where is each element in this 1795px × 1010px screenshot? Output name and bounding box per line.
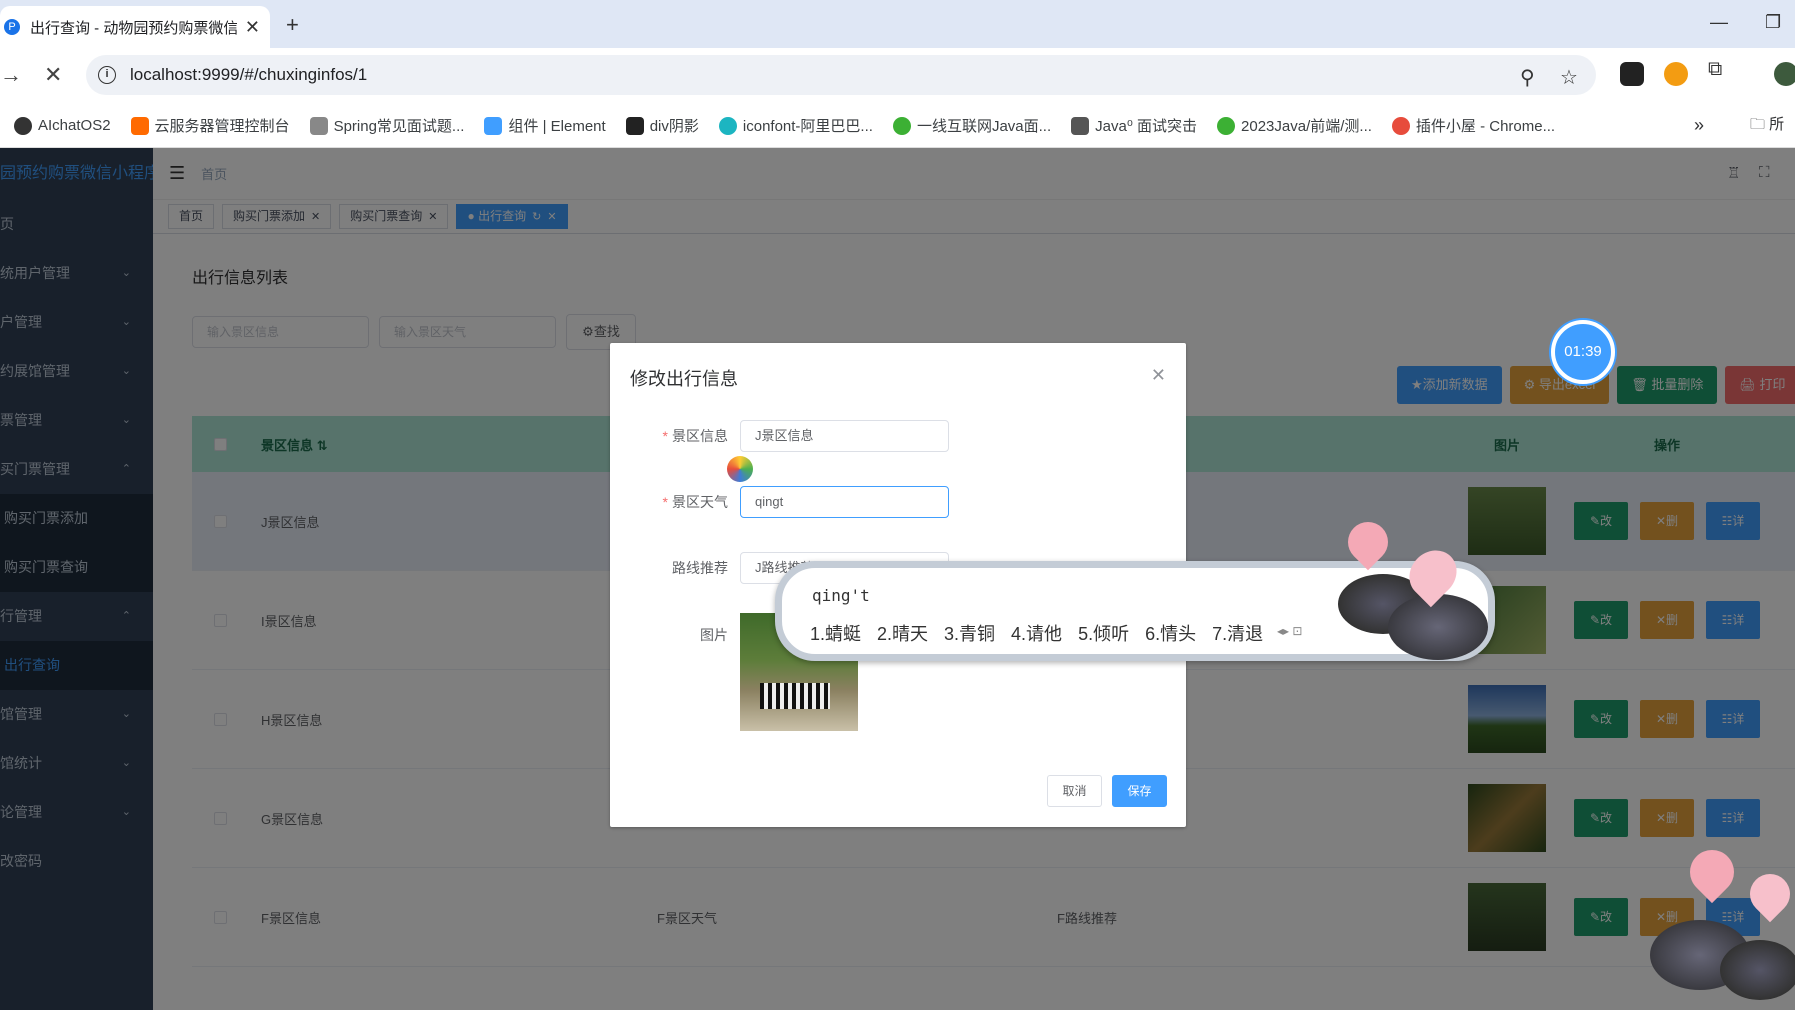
bookmarks-folder[interactable]: 🗀 所 [1750,113,1784,139]
url-text[interactable]: localhost:9999/#/chuxinginfos/1 [130,65,367,85]
weather-field[interactable]: qingt [740,486,949,518]
bookmark-label: div阴影 [649,118,699,135]
bookmark-item[interactable]: 一线互联网Java面... [892,115,1052,136]
bookmark-icon [718,116,737,135]
bookmark-label: 2023Java/前端/测... [1241,118,1372,135]
bookmark-icon [892,116,911,135]
site-info-icon[interactable]: i [98,66,116,84]
bookmark-label: 组件 | Element [508,118,606,135]
ime-pinyin: qing't [812,586,870,605]
extension-icon[interactable] [1620,62,1644,86]
zebra-image [760,683,830,709]
field-label-text: 景区信息 [672,428,728,444]
ime-candidate[interactable]: 2.晴天 [877,620,928,646]
form-row-weather: * 景区天气 qingt [610,486,949,518]
bookmark-icon [484,116,503,135]
bookmark-item[interactable]: 云服务器管理控制台 [130,115,290,136]
required-mark: * [662,428,668,444]
bookmark-item[interactable]: AIchatOS2 [14,116,111,135]
maximize-icon[interactable]: ❐ [1765,12,1781,33]
tab-title: 出行查询 - 动物园预约购票微信 [30,19,237,37]
browser-tab[interactable]: P 出行查询 - 动物园预约购票微信 ✕ [0,6,270,48]
bookmark-item[interactable]: Java⁰ 面试突击 [1071,115,1197,136]
bookmark-star-icon[interactable]: ☆ [1560,65,1578,90]
field-label: 路线推荐 [610,558,740,578]
ime-candidates: 1.蜻蜓 2.晴天 3.青铜 4.请他 5.倾听 6.情头 7.清退 [810,620,1279,646]
bookmark-label: 云服务器管理控制台 [154,118,290,135]
lotus-decoration-icon [1318,513,1498,672]
bookmark-icon [130,116,149,135]
field-label: * 景区天气 [610,492,740,512]
bookmark-icon [1217,116,1236,135]
required-mark: * [662,494,668,510]
ime-page-arrows-icon[interactable]: ◂▸ ⊡ [1277,624,1302,638]
zoom-icon[interactable]: ⚲ [1520,65,1535,90]
ime-candidate[interactable]: 5.倾听 [1078,620,1129,646]
ime-candidate[interactable]: 3.青铜 [944,620,995,646]
timer-badge: 01:39 [1551,320,1615,384]
lotus-decoration-icon [1650,840,1795,1010]
bookmark-label: AIchatOS2 [38,117,111,134]
bookmark-item[interactable]: 组件 | Element [484,115,606,136]
bookmark-label: Java⁰ 面试突击 [1095,118,1198,135]
bookmark-label: 插件小屋 - Chrome... [1415,118,1556,135]
bookmark-item[interactable]: 2023Java/前端/测... [1217,115,1372,136]
folder-icon: 🗀 [1750,115,1770,133]
dialog-title: 修改出行信息 [630,369,738,389]
field-label: 图片 [700,627,728,643]
extensions-puzzle-icon[interactable]: ⧉ [1708,58,1722,81]
bookmark-item[interactable]: div阴影 [625,115,699,136]
ime-candidate[interactable]: 1.蜻蜓 [810,620,861,646]
bookmark-icon [1071,116,1090,135]
bookmark-item[interactable]: 插件小屋 - Chrome... [1391,115,1556,136]
bookmark-icon [1391,116,1410,135]
bookmark-label: Spring常见面试题... [333,118,465,135]
bookmark-icon [625,116,644,135]
bookmark-label: iconfont-阿里巴巴... [742,118,873,135]
bookmark-icon [14,116,32,135]
extension-shield-icon[interactable] [1664,62,1688,86]
info-field[interactable]: J景区信息 [740,420,949,452]
form-row-info: * 景区信息 J景区信息 [610,420,949,452]
forward-icon[interactable]: → [0,62,22,88]
field-label: * 景区信息 [610,426,740,446]
bookmark-label: 一线互联网Java面... [916,118,1052,135]
bookmark-icon [309,116,328,135]
save-button[interactable]: 保存 [1112,775,1167,807]
tab-close-icon[interactable]: ✕ [245,17,260,38]
profile-avatar[interactable] [1774,62,1795,86]
cancel-button[interactable]: 取消 [1047,775,1102,807]
bookmark-item[interactable]: Spring常见面试题... [309,115,465,136]
address-bar[interactable]: i localhost:9999/#/chuxinginfos/1 ⚲ ☆ [86,55,1596,95]
stop-loading-icon[interactable]: ✕ [44,62,62,88]
ime-candidate[interactable]: 7.清退 [1212,620,1263,646]
field-label-text: 路线推荐 [672,560,728,576]
site-favicon-icon: P [4,19,20,35]
close-icon[interactable]: ✕ [1151,365,1166,386]
bookmark-item[interactable]: iconfont-阿里巴巴... [718,115,873,136]
bookmarks-bar: AIchatOS2 云服务器管理控制台 Spring常见面试题... 组件 | … [0,104,1795,148]
ime-candidate[interactable]: 4.请他 [1011,620,1062,646]
bookmarks-overflow-icon[interactable]: » [1694,115,1704,136]
browser-toolbar: → ✕ i localhost:9999/#/chuxinginfos/1 ⚲ … [0,48,1795,104]
browser-tab-strip: P 出行查询 - 动物园预约购票微信 ✕ + — ❐ [0,0,1795,48]
new-tab-icon[interactable]: + [286,12,299,38]
folder-label: 所 [1769,115,1785,133]
ime-candidate[interactable]: 6.情头 [1145,620,1196,646]
ime-status-icon[interactable] [727,456,753,482]
minimize-icon[interactable]: — [1710,12,1728,33]
field-label-text: 景区天气 [672,494,728,510]
